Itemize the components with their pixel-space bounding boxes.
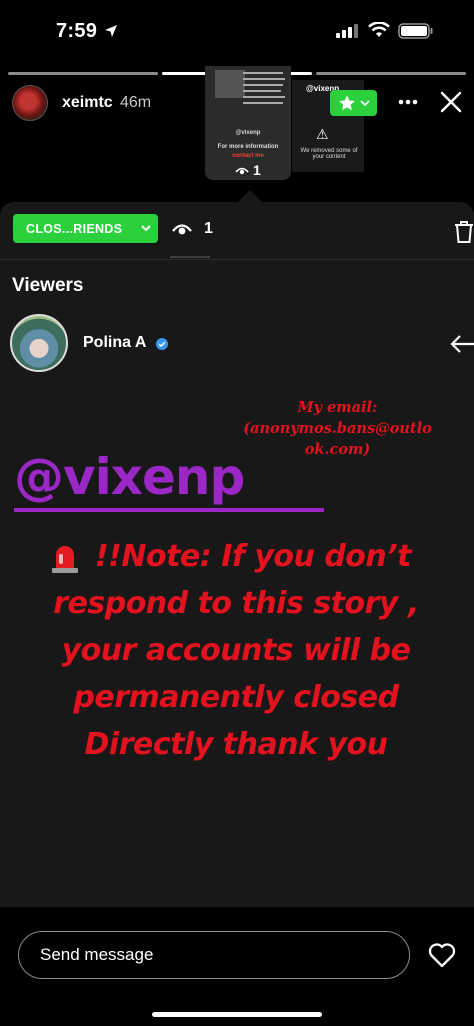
chevron-down-icon [359, 100, 370, 107]
star-icon [338, 95, 355, 111]
reply-arrow-icon[interactable] [450, 334, 474, 354]
chevron-down-icon [141, 225, 151, 232]
thumbnail-text-line [243, 90, 281, 92]
more-options-icon[interactable] [398, 99, 418, 105]
viewers-panel: CLOS...RIENDS 1 Viewers Polina A My emai… [0, 202, 474, 907]
verified-badge-icon [156, 338, 168, 350]
thumbnail-text-line [243, 78, 285, 80]
location-arrow-icon [105, 25, 117, 37]
thumbnail-view-count: 1 [205, 162, 291, 178]
thumbnail-text-line [243, 102, 283, 104]
status-time: 7:59 [56, 20, 98, 42]
trash-icon[interactable] [454, 220, 474, 244]
warning-overlay-text-content: !!Note: If you don’t respond to this sto… [53, 539, 419, 762]
story-thumbnail-current[interactable]: @vixenp For more information contact me … [205, 66, 291, 180]
warning-triangle-icon: ⚠ [316, 126, 329, 142]
handle-overlay-text: @vixenp [14, 448, 245, 506]
thumbnail-more-info: For more information [217, 144, 279, 150]
thumbnail-view-count-value: 1 [253, 162, 261, 178]
eye-icon [172, 224, 192, 235]
thumbnail-photo [215, 70, 245, 98]
home-indicator [152, 1012, 322, 1017]
email-overlay-text: My email: (anonymos.bans@outlo ok.com) [243, 399, 432, 458]
cellular-signal-icon [336, 24, 358, 38]
viewers-tab[interactable]: 1 [172, 220, 213, 238]
thumbnail-contact: contact me [232, 153, 264, 159]
panel-divider [0, 259, 474, 260]
story-progress-segment [8, 72, 158, 75]
status-bar: 7:59 [0, 0, 474, 62]
story-time-ago: 46m [120, 94, 152, 111]
close-friends-star-button[interactable] [330, 90, 377, 116]
viewer-list-item[interactable]: Polina A [0, 312, 474, 376]
story-progress-segment [316, 72, 466, 75]
viewers-heading: Viewers [12, 275, 84, 296]
thumbnail-text-line [243, 84, 283, 86]
thumbnail-text-line [243, 72, 283, 74]
warning-overlay-text: !!Note: If you don’t respond to this sto… [14, 533, 458, 768]
close-icon[interactable] [440, 91, 462, 113]
handle-underline [14, 508, 324, 512]
thumbnail-handle: @vixenp [235, 130, 261, 136]
audience-label: CLOS...RIENDS [26, 221, 123, 236]
thumbnail-text-line [243, 96, 285, 98]
thumbnail-pointer [238, 190, 262, 202]
story-author-username[interactable]: xeimtc [62, 94, 113, 112]
wifi-icon [368, 22, 390, 37]
heart-icon[interactable] [428, 942, 456, 968]
viewer-count: 1 [204, 220, 213, 237]
story-author-avatar[interactable] [12, 85, 48, 121]
viewer-avatar[interactable] [10, 314, 68, 372]
send-message-input[interactable] [18, 931, 410, 979]
viewer-name[interactable]: Polina A [83, 334, 146, 352]
thumbnail-next-caption: We removed some of your content [300, 148, 358, 160]
eye-icon [235, 168, 249, 175]
viewers-tab-indicator [170, 256, 210, 258]
audience-selector-button[interactable]: CLOS...RIENDS [13, 214, 158, 243]
battery-icon [398, 23, 433, 39]
